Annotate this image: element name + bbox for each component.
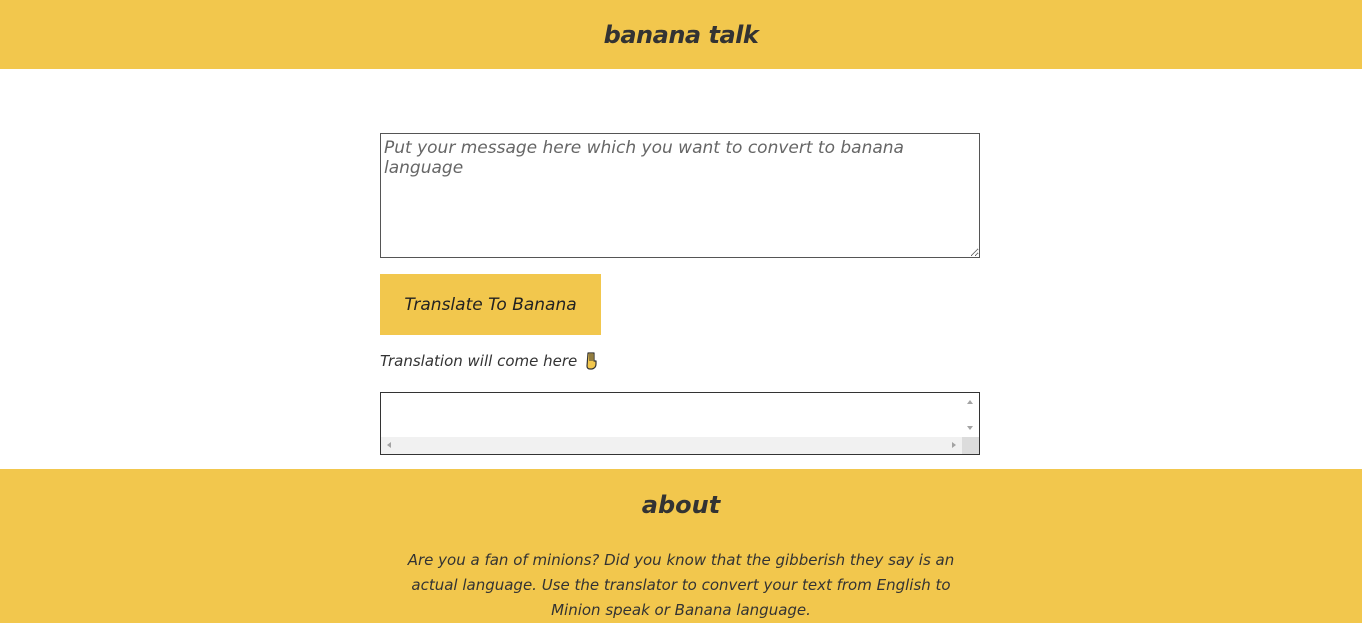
about-section: about Are you a fan of minions? Did you … [0, 469, 1362, 623]
scroll-down-arrow-icon[interactable] [967, 426, 973, 430]
page-title: banana talk [603, 20, 759, 49]
message-input[interactable] [380, 133, 980, 258]
output-label: Translation will come here [380, 352, 599, 370]
about-text: Are you a fan of minions? Did you know t… [407, 551, 955, 619]
translation-output[interactable] [380, 392, 980, 455]
header: banana talk [0, 0, 1362, 69]
pointing-down-hand-icon [585, 352, 599, 370]
about-title: about [641, 491, 721, 519]
vertical-scrollbar[interactable] [962, 393, 979, 437]
scroll-up-arrow-icon[interactable] [967, 400, 973, 404]
translate-button[interactable]: Translate To Banana [380, 274, 601, 335]
translator-section: Translate To Banana Translation will com… [380, 133, 980, 455]
output-label-text: Translation will come here [380, 352, 578, 370]
scroll-right-arrow-icon[interactable] [952, 442, 956, 448]
scroll-left-arrow-icon[interactable] [387, 442, 391, 448]
scrollbar-corner [962, 437, 979, 454]
horizontal-scrollbar[interactable] [381, 437, 962, 454]
